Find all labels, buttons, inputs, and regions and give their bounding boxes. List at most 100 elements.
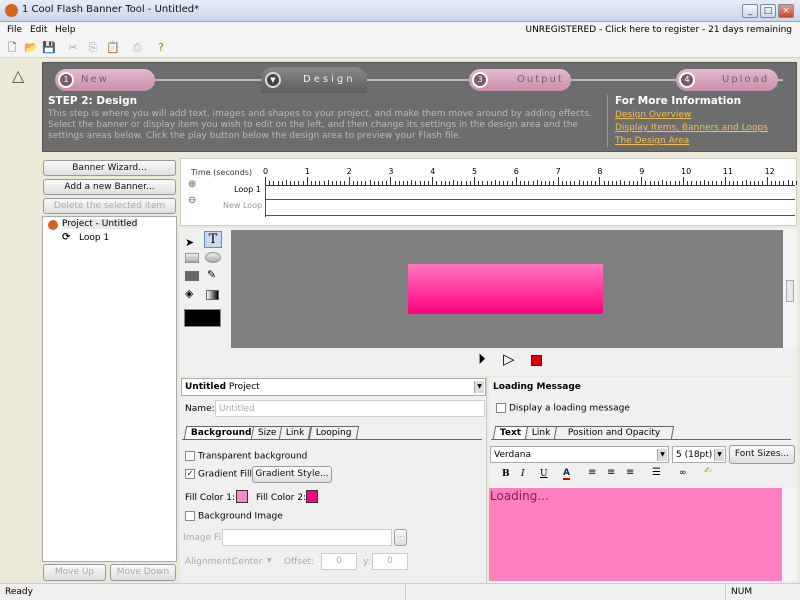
play-icon[interactable]: ▷: [503, 350, 515, 368]
paint-bucket-icon[interactable]: ◈: [185, 287, 193, 300]
canvas-scrollbar[interactable]: [783, 230, 797, 348]
title-bar: 1 Cool Flash Banner Tool - Untitled* _ □…: [0, 0, 800, 22]
link-icon[interactable]: ∞: [679, 468, 687, 478]
cut-icon[interactable]: ✂: [66, 41, 80, 55]
tick-label: 5: [472, 167, 478, 176]
open-icon[interactable]: 📂: [24, 41, 38, 55]
collapse-triangle-icon[interactable]: △: [12, 66, 24, 85]
font-color-icon[interactable]: A: [563, 468, 570, 480]
chevron-down-icon[interactable]: ▼: [267, 557, 272, 564]
maximize-button[interactable]: □: [760, 4, 776, 18]
link-design-area[interactable]: The Design Area: [615, 136, 689, 146]
copy-icon[interactable]: ⎘: [86, 41, 100, 55]
timeline-row-loop1[interactable]: Loop 1: [234, 185, 261, 194]
ellipse-tool-icon[interactable]: [205, 252, 221, 263]
item-selector[interactable]: Untitled Project ▼: [181, 378, 486, 396]
play-frame-icon[interactable]: ⏵: [478, 350, 486, 368]
align-center-icon[interactable]: ≡: [607, 467, 615, 478]
bold-icon[interactable]: B: [502, 469, 510, 479]
transparent-checkbox[interactable]: Transparent background: [185, 451, 307, 462]
font-sizes-button[interactable]: Font Sizes...: [729, 445, 795, 464]
tab-looping[interactable]: Looping: [308, 426, 359, 439]
delete-item-button[interactable]: Delete the selected item: [43, 198, 176, 214]
browse-button[interactable]: ...: [394, 529, 407, 546]
window-title: 1 Cool Flash Banner Tool - Untitled*: [22, 4, 200, 15]
eyedropper-icon[interactable]: ✎: [207, 268, 216, 281]
alignment-label: Alignment:: [185, 557, 235, 567]
tree-item-project[interactable]: Project - Untitled: [62, 219, 138, 229]
text-tool-icon[interactable]: T: [204, 231, 222, 248]
tab-background[interactable]: Background: [183, 426, 259, 439]
chevron-down-icon[interactable]: ▼: [474, 381, 484, 393]
current-color-swatch[interactable]: [184, 309, 221, 327]
editor-scrollbar[interactable]: [782, 488, 797, 581]
move-down-button[interactable]: Move Down: [110, 564, 176, 581]
add-banner-button[interactable]: Add a new Banner...: [43, 179, 176, 195]
italic-icon[interactable]: I: [521, 469, 525, 479]
print-icon[interactable]: ⎙: [130, 41, 144, 55]
alignment-select[interactable]: Center: [232, 557, 262, 567]
move-up-button[interactable]: Move Up: [43, 564, 106, 581]
minimize-button[interactable]: _: [742, 4, 758, 18]
step-output[interactable]: 3 Output: [469, 69, 571, 91]
timeline-row-new-loop[interactable]: New Loop: [223, 201, 262, 210]
fill-color-1-swatch[interactable]: [236, 490, 248, 503]
offset-y-stepper[interactable]: 0: [372, 553, 408, 570]
font-select[interactable]: Verdana ▼: [490, 446, 669, 463]
bullet-list-icon[interactable]: ☰: [652, 467, 661, 478]
status-bar: Ready NUM: [0, 583, 800, 600]
step-new-project[interactable]: 1 New Project: [55, 69, 155, 107]
row-divider: [265, 215, 795, 216]
menu-file[interactable]: File: [7, 25, 22, 35]
background-image-checkbox[interactable]: Background Image: [185, 511, 283, 522]
tree-item-loop[interactable]: Loop 1: [79, 233, 109, 243]
tick-label: 3: [388, 167, 394, 176]
tab-link[interactable]: Link: [524, 426, 558, 439]
tab-position-opacity[interactable]: Position and Opacity: [553, 426, 675, 439]
register-link[interactable]: UNREGISTERED - Click here to register - …: [525, 25, 792, 35]
rectangle-tool-icon[interactable]: [185, 253, 199, 263]
scroll-thumb[interactable]: [786, 280, 794, 302]
zoom-out-icon[interactable]: ⊖: [188, 195, 196, 206]
menu-help[interactable]: Help: [55, 25, 76, 35]
menu-edit[interactable]: Edit: [30, 25, 47, 35]
save-icon[interactable]: 💾: [42, 41, 56, 55]
name-field[interactable]: Untitled: [215, 400, 485, 417]
step-banner: 1 New Project ▼ Design 3 Output 4 Upload STE…: [42, 62, 797, 152]
display-loading-checkbox[interactable]: Display a loading message: [496, 403, 630, 414]
chevron-down-icon: ▼: [265, 72, 281, 88]
select-tool-icon[interactable]: ➤: [185, 236, 194, 249]
link-display-items[interactable]: Display Items, Banners and Loops: [615, 123, 768, 133]
banner-wizard-button[interactable]: Banner Wizard...: [43, 160, 176, 176]
close-button[interactable]: ×: [778, 4, 794, 18]
tab-link[interactable]: Link: [278, 426, 312, 439]
fill-color-2-swatch[interactable]: [306, 490, 318, 503]
align-right-icon[interactable]: ≡: [626, 467, 634, 478]
timeline-label: Time (seconds): [191, 168, 253, 177]
offset-x-stepper[interactable]: 0: [321, 553, 357, 570]
image-file-field[interactable]: [222, 529, 392, 546]
highlight-icon[interactable]: ✍: [704, 466, 712, 476]
step-upload[interactable]: 4 Upload: [676, 69, 778, 91]
stop-icon[interactable]: [531, 355, 542, 366]
gradient-style-button[interactable]: Gradient Style...: [252, 466, 332, 483]
timeline-ruler[interactable]: 0 1 2 3 4 5 6 7 8 9 10 11 12: [263, 167, 797, 217]
font-size-select[interactable]: 5 (18pt) ▼: [672, 446, 726, 463]
banner-preview[interactable]: [408, 264, 603, 314]
image-tool-icon[interactable]: [185, 271, 199, 281]
loading-text-editor[interactable]: Loading...: [489, 488, 782, 581]
link-design-overview[interactable]: Design Overview: [615, 110, 691, 120]
step-design[interactable]: ▼ Design: [261, 67, 367, 93]
zoom-in-icon[interactable]: ⊕: [188, 179, 196, 190]
help-icon[interactable]: ?: [154, 41, 168, 55]
canvas[interactable]: [231, 230, 783, 348]
align-left-icon[interactable]: ≡: [588, 467, 596, 478]
tab-text[interactable]: Text: [492, 426, 529, 439]
underline-icon[interactable]: U: [540, 469, 548, 479]
gradient-checkbox[interactable]: ✓ Gradient Fill: [185, 469, 252, 480]
gradient-tool-icon[interactable]: [206, 290, 219, 300]
new-icon[interactable]: 🗋: [5, 41, 19, 55]
check-icon: ✓: [185, 469, 195, 479]
tick-mark: [390, 177, 392, 185]
paste-icon[interactable]: 📋: [106, 41, 120, 55]
